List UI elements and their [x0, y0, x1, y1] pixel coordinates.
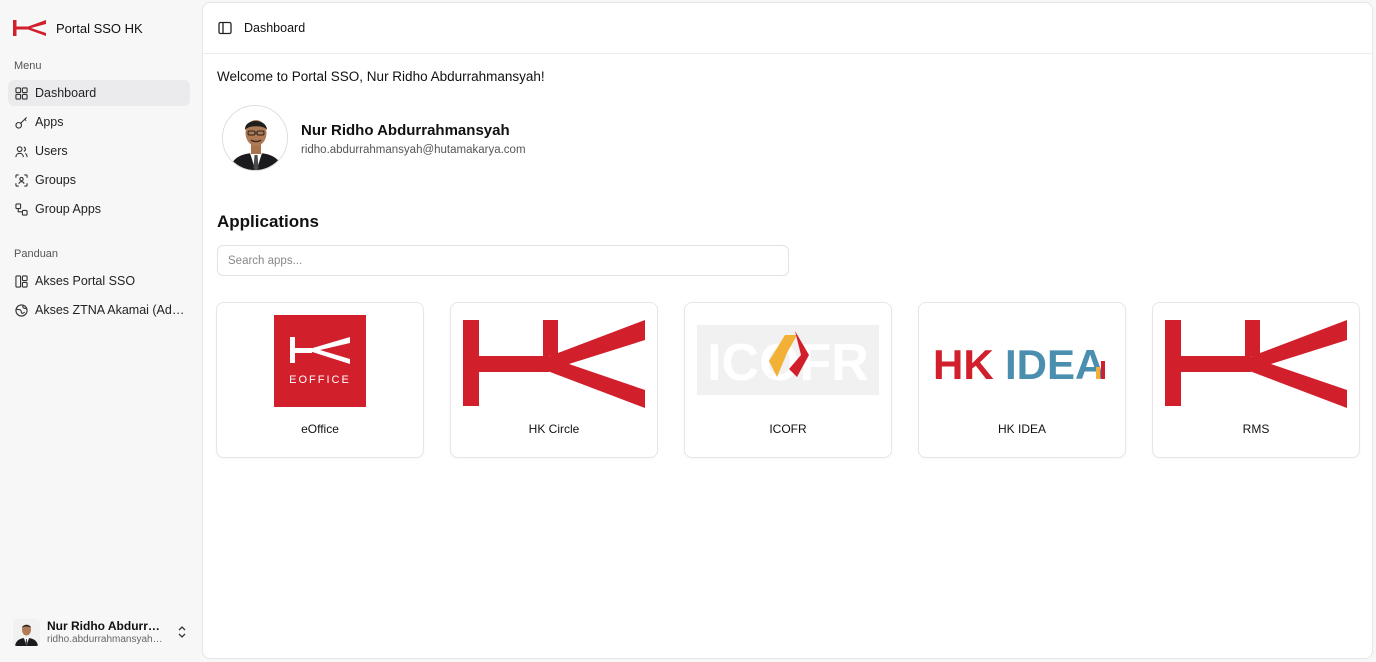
hk-circle-logo [463, 320, 645, 408]
sidebar-item-label: Users [35, 144, 68, 158]
search-apps-input[interactable] [217, 245, 789, 276]
scan-user-icon [15, 173, 28, 187]
profile-avatar [222, 105, 288, 171]
sidebar-item-label: Akses ZTNA Akamai (Advanced) [35, 303, 185, 317]
rms-logo [1165, 320, 1347, 408]
profile-email: ridho.abdurrahmansyah@hutamakarya.com [301, 144, 526, 156]
user-name: Nur Ridho Abdurrahmansyah [47, 619, 165, 633]
app-name: HK IDEA [997, 422, 1046, 436]
sidebar-item-label: Groups [35, 173, 76, 187]
sidebar-item-groups[interactable]: Groups [8, 167, 190, 193]
svg-text:EOFFICE: EOFFICE [289, 374, 351, 386]
user-menu[interactable]: Nur Ridho Abdurrahmansyah ridho.abdurrah… [13, 617, 191, 647]
sidebar-item-akses-ztna-akamai[interactable]: Akses ZTNA Akamai (Advanced) [8, 297, 190, 323]
breadcrumb: Dashboard [244, 21, 306, 35]
hk-idea-logo: HK IDEA [933, 341, 1105, 388]
sidebar-item-akses-portal-sso[interactable]: Akses Portal SSO [8, 268, 190, 294]
users-icon [15, 145, 28, 157]
globe-icon [15, 303, 28, 317]
app-name: RMS [1242, 422, 1270, 436]
app-name: HK Circle [528, 422, 580, 436]
brand[interactable]: Portal SSO HK [13, 18, 143, 38]
brand-title: Portal SSO HK [56, 20, 143, 36]
sidebar-item-dashboard[interactable]: Dashboard [8, 80, 190, 106]
sidebar: Portal SSO HK Menu Dashboard Apps Users … [0, 0, 202, 662]
app-card-hk-circle[interactable]: HK Circle [450, 302, 658, 458]
sidebar-item-users[interactable]: Users [8, 138, 190, 164]
key-icon [15, 116, 28, 129]
app-card-rms[interactable]: RMS [1152, 302, 1360, 458]
welcome-message: Welcome to Portal SSO, Nur Ridho Abdurra… [217, 69, 545, 84]
sidebar-item-apps[interactable]: Apps [8, 109, 190, 135]
sidebar-item-label: Group Apps [35, 202, 102, 216]
app-card-icofr[interactable]: ICOFR ICOFR [684, 302, 892, 458]
app-card-eoffice[interactable]: EOFFICE eOffice [216, 302, 424, 458]
hk-logo-icon [13, 20, 46, 36]
grid-icon [15, 86, 28, 100]
profile-name: Nur Ridho Abdurrahmansyah [301, 122, 510, 139]
app-card-hk-idea[interactable]: HK IDEA HK IDEA [918, 302, 1126, 458]
eoffice-logo: EOFFICE [274, 315, 366, 407]
topbar: Dashboard [203, 3, 1372, 54]
main-panel: Dashboard Welcome to Portal SSO, Nur Rid… [202, 2, 1373, 659]
app-name: eOffice [301, 422, 339, 436]
icofr-logo: ICOFR [697, 325, 879, 395]
sidebar-item-label: Akses Portal SSO [35, 274, 136, 288]
layout-icon [15, 274, 28, 288]
chevron-up-down-icon [178, 626, 186, 638]
menu-group-label: Menu [14, 60, 42, 72]
sidebar-item-label: Dashboard [35, 86, 97, 100]
svg-text:IDEA: IDEA [1005, 341, 1105, 388]
sidebar-toggle-icon[interactable] [218, 21, 232, 35]
guide-group-label: Panduan [14, 248, 59, 260]
app-name: ICOFR [769, 422, 807, 436]
workflow-icon [15, 202, 28, 216]
user-email: ridho.abdurrahmansyah@hutamakarya.com [47, 634, 165, 645]
sidebar-item-label: Apps [35, 115, 64, 129]
applications-heading: Applications [217, 212, 320, 231]
svg-text:HK: HK [933, 341, 994, 388]
sidebar-item-group-apps[interactable]: Group Apps [8, 196, 190, 222]
avatar [13, 618, 40, 646]
